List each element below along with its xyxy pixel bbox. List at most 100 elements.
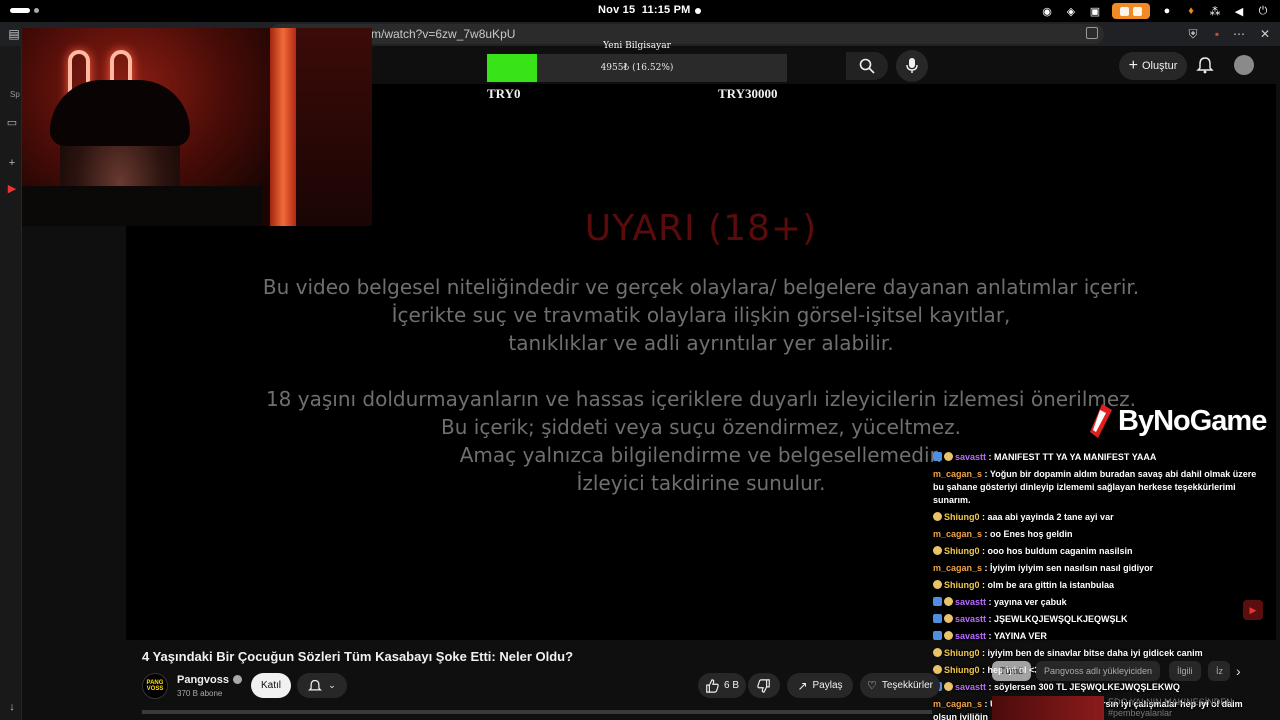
- chat-username: Shiung0: [944, 512, 980, 522]
- avatar[interactable]: [1234, 55, 1254, 75]
- youtube-tab-icon[interactable]: ▶: [5, 182, 19, 196]
- thanks-button[interactable]: ♡ Teşekkürler: [860, 673, 940, 698]
- chat-username: savastt: [955, 682, 987, 692]
- supporter-badge-icon: [933, 648, 942, 657]
- share-button[interactable]: ↗ Paylaş: [787, 673, 853, 698]
- record-icon[interactable]: ◉: [1040, 4, 1054, 18]
- share-icon: ↗: [797, 678, 808, 693]
- join-button[interactable]: Katıl: [251, 673, 291, 698]
- chat-username: m_cagan_s: [933, 563, 983, 573]
- workspace-indicator[interactable]: [10, 8, 39, 13]
- extension-icon[interactable]: ⛨: [1186, 27, 1200, 41]
- extension-badge-icon[interactable]: ▪: [1210, 27, 1224, 41]
- prime-badge-icon: [933, 452, 942, 461]
- recommended-title[interactable]: EDO YALNIN MAKINESİNDEN #pembeyalanlar: [1108, 697, 1233, 719]
- supporter-badge-icon: [944, 631, 953, 640]
- chat-message: savastt : yayına ver çabuk: [933, 596, 1266, 609]
- chat-message: savastt : söylersen 300 TL JEŞWQLKEJWQŞL…: [933, 681, 1266, 694]
- chat-text: olm be ara gittin la istanbulaa: [987, 580, 1115, 590]
- goal-progress-text: 4955₺ (16.52%): [600, 63, 674, 73]
- chat-username: savastt: [955, 631, 987, 641]
- chevron-down-icon: ⌄: [328, 680, 336, 690]
- supporter-badge-icon: [944, 597, 953, 606]
- chat-text: İyiyim iyiyim sen nasılsın nasıl gidiyor: [990, 563, 1154, 573]
- filter-chip-related[interactable]: İlgili: [1169, 661, 1201, 681]
- chat-text: JŞEWLKQJEWŞQLKJEQWŞLK: [994, 614, 1128, 624]
- notifications-bell-icon[interactable]: [1196, 56, 1214, 74]
- channel-name[interactable]: Pangvoss: [177, 674, 242, 686]
- download-icon[interactable]: ↓: [5, 700, 19, 714]
- verified-icon: [232, 675, 242, 684]
- chat-text: MANIFEST TT YA YA MANIFEST YAAA: [994, 452, 1157, 462]
- youtube-overlay-icon: ▶: [1243, 600, 1263, 620]
- chat-message: Shiung0 : iyiyim ben de sinavlar bitse d…: [933, 647, 1266, 660]
- chat-message: Shiung0 : aaa abi yayinda 2 tane ayi var: [933, 511, 1266, 524]
- search-button[interactable]: [846, 52, 888, 80]
- add-icon[interactable]: +: [5, 156, 19, 170]
- thumbs-down-icon: [757, 678, 770, 693]
- supporter-badge-icon: [933, 665, 942, 674]
- warning-paragraph-1: Bu video belgesel niteliğindedir ve gerç…: [262, 275, 1140, 355]
- video-progress-bar[interactable]: [142, 710, 932, 714]
- webcam-feed: [22, 28, 372, 226]
- more-icon[interactable]: ⋯: [1232, 27, 1246, 41]
- chat-text: yayına ver çabuk: [994, 597, 1067, 607]
- chat-message: savastt : MANIFEST TT YA YA MANIFEST YAA…: [933, 451, 1266, 464]
- chat-username: savastt: [955, 597, 987, 607]
- bell-icon: [308, 679, 323, 691]
- sidebar-toggle-icon[interactable]: ▤: [7, 27, 21, 41]
- chat-text: iyiyim ben de sinavlar bitse daha iyi gi…: [987, 648, 1203, 658]
- page-action-icon[interactable]: [1086, 27, 1098, 39]
- like-button[interactable]: 6 B: [698, 673, 746, 698]
- prime-badge-icon: [933, 614, 942, 623]
- goal-progress-bar: 4955₺ (16.52%): [487, 54, 787, 82]
- goal-title: Yeni Bilgisayar: [603, 41, 671, 51]
- chat-message: savastt : JŞEWLKQJEWŞQLKJEQWŞLK: [933, 613, 1266, 626]
- supporter-badge-icon: [933, 512, 942, 521]
- subscriber-count: 370 B abone: [177, 689, 223, 698]
- chat-username: Shiung0: [944, 546, 980, 556]
- volume-icon[interactable]: ◀: [1232, 4, 1246, 18]
- dislike-button[interactable]: [748, 673, 780, 698]
- supporter-badge-icon: [933, 546, 942, 555]
- channel-avatar[interactable]: PANG VOSS: [142, 673, 168, 699]
- search-icon: [859, 58, 875, 74]
- chat-username: m_cagan_s: [933, 469, 983, 479]
- recommended-thumbnail[interactable]: [992, 696, 1104, 720]
- power-icon[interactable]: ⏻: [1256, 4, 1270, 18]
- notification-dot: [695, 8, 701, 14]
- camera-icon[interactable]: ●: [1160, 4, 1174, 18]
- chat-text: oo Enes hoş geldin: [990, 529, 1073, 539]
- create-button[interactable]: + Oluştur: [1119, 52, 1187, 80]
- chevron-right-icon[interactable]: ›: [1236, 663, 1241, 679]
- prime-badge-icon: [933, 631, 942, 640]
- browser-sidebar: Sp ▭ + ▶ ↓: [0, 46, 22, 720]
- chat-text: YAYINA VER: [993, 631, 1047, 641]
- bynogame-logo: ByNoGame: [1088, 404, 1267, 438]
- screen-share-indicator[interactable]: [1112, 3, 1150, 19]
- filter-chip-all[interactable]: Tümü: [992, 661, 1032, 681]
- chat-username: m_cagan_s: [933, 699, 983, 709]
- clipboard-icon[interactable]: ▣: [1088, 4, 1102, 18]
- filter-chip-more[interactable]: İz: [1208, 661, 1230, 681]
- microphone-icon[interactable]: ♦: [1184, 4, 1198, 18]
- chat-message: Shiung0 : ooo hos buldum caganim nasilsi…: [933, 545, 1266, 558]
- chat-text: ooo hos buldum caganim nasilsin: [987, 546, 1133, 556]
- filter-chip-uploader[interactable]: Pangvoss adlı yükleyiciden: [1036, 661, 1161, 681]
- video-title: 4 Yaşındaki Bir Çocuğun Sözleri Tüm Kasa…: [142, 649, 574, 664]
- chat-username: savastt: [955, 452, 987, 462]
- chat-message: savastt : YAYINA VER: [933, 630, 1266, 643]
- network-icon[interactable]: ⁂: [1208, 4, 1222, 18]
- voice-search-button[interactable]: [896, 50, 928, 82]
- close-icon[interactable]: ✕: [1258, 27, 1272, 41]
- system-bar: Nov 15 11:15 PM ◉ ◈ ▣ ● ♦ ⁂ ◀ ⏻: [0, 0, 1280, 22]
- chat-text: aaa abi yayinda 2 tane ayi var: [987, 512, 1114, 522]
- chat-username: Shiung0: [944, 580, 980, 590]
- bynogame-text: ByNoGame: [1118, 404, 1267, 437]
- supporter-badge-icon: [944, 682, 953, 691]
- subscription-bell-button[interactable]: ⌄: [297, 673, 347, 698]
- clock[interactable]: Nov 15 11:15 PM: [598, 4, 690, 16]
- screen: Nov 15 11:15 PM ◉ ◈ ▣ ● ♦ ⁂ ◀ ⏻ ▤ m/watc…: [0, 0, 1280, 720]
- discord-icon[interactable]: ◈: [1064, 4, 1078, 18]
- folder-icon[interactable]: ▭: [5, 116, 19, 130]
